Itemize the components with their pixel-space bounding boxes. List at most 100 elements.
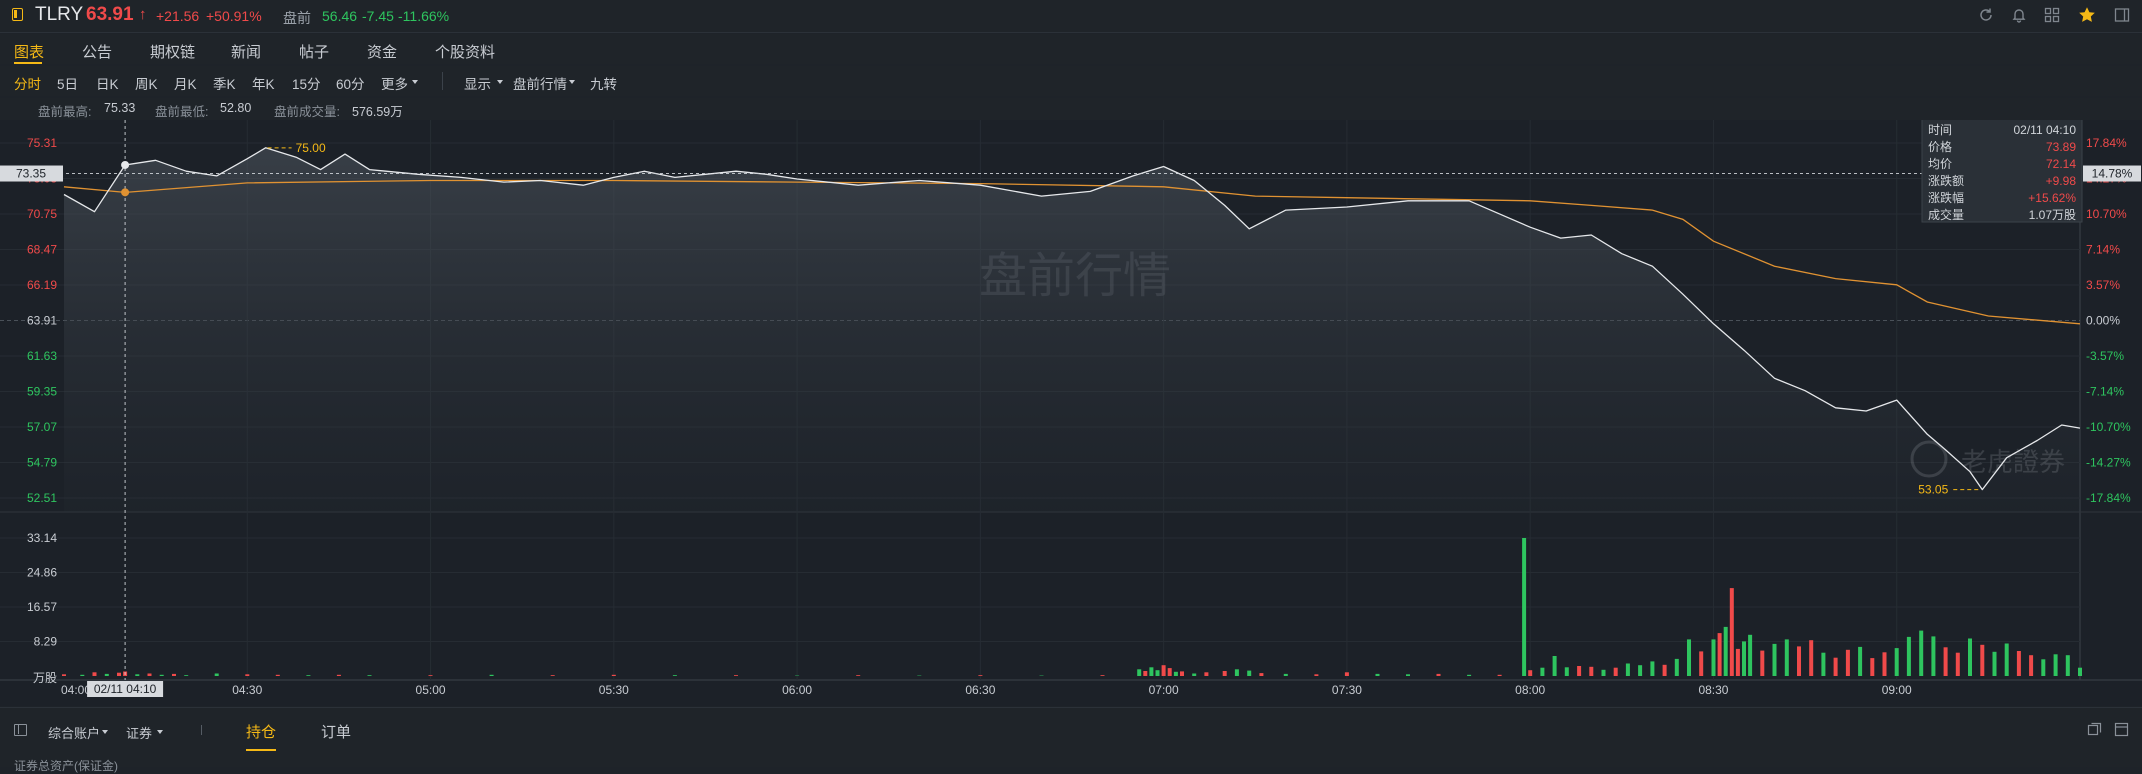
brand-watermark-text: 老虎證券 [1961,447,2065,477]
premarket-change: -7.45 [362,8,394,24]
price-axis-label: 66.19 [27,278,57,292]
time-axis-label: 08:30 [1698,683,1728,697]
volume-bar [1883,652,1887,676]
volume-bar [1406,674,1410,676]
volume-bar [105,674,109,676]
price-axis-label: 61.63 [27,349,57,363]
period-quarterly[interactable]: 季K [213,73,236,93]
volume-bar [215,674,219,677]
volume-bar [1638,665,1642,676]
volume-bar [1553,656,1557,676]
volume-bar [1968,639,1972,677]
volume-bar [490,675,494,676]
bell-icon[interactable] [2011,7,2029,25]
volume-bar [673,675,677,676]
volume-bar [1528,670,1532,676]
sidebar-toggle-icon[interactable] [2114,7,2132,25]
tab-chart[interactable]: 图表 [14,41,44,62]
tab-positions[interactable]: 持仓 [246,721,276,742]
volume-bar [1675,659,1679,676]
volume-bar [429,675,433,676]
volume-bar [1162,665,1166,676]
period-weekly[interactable]: 周K [135,73,158,93]
percent-axis-label: -10.70% [2086,420,2131,434]
volume-bar [276,675,280,676]
volume-bar [1223,671,1227,676]
volume-bar [1174,672,1178,676]
period-60min[interactable]: 60分 [336,73,365,93]
volume-bar [1919,631,1923,676]
volume-bar [1498,675,1502,676]
intraday-chart[interactable]: 75.3117.84%73.0314.27%70.7510.70%68.477.… [0,120,2142,706]
period-intraday[interactable]: 分时 [14,73,41,93]
period-daily[interactable]: 日K [96,73,119,93]
volume-bar [1101,675,1105,676]
volume-axis-label: 16.57 [27,600,57,614]
crosshair-percent-label: 14.78% [2092,167,2133,181]
volume-bar [1797,646,1801,676]
time-axis-label: 05:30 [599,683,629,697]
volume-bar [1846,650,1850,676]
volume-bar [1577,666,1581,676]
volume-bar [1589,667,1593,676]
time-axis-label: 04:30 [232,683,262,697]
tab-news[interactable]: 新闻 [231,41,261,62]
percent-axis-label: 17.84% [2086,136,2127,150]
premarket-low-label: 盘前最低: [155,101,208,120]
watchlist-toggle-icon[interactable] [12,8,23,21]
volume-bar [1956,653,1960,676]
tab-options-chain[interactable]: 期权链 [150,41,195,62]
volume-bar [1284,674,1288,676]
tooltip-change-value: +9.98 [2046,174,2077,188]
tab-capital[interactable]: 资金 [367,41,397,62]
last-price: 63.91 [86,4,134,26]
volume-bar [184,675,188,676]
panel-toggle-icon[interactable] [14,724,27,736]
volume-bar [1345,672,1349,676]
volume-bar [612,675,616,676]
volume-bar [2029,655,2033,676]
premarket-low-value: 52.80 [220,101,251,115]
volume-bar [1663,665,1667,676]
period-5d[interactable]: 5日 [57,73,78,93]
security-type-selector[interactable]: 证券 [126,723,152,742]
td-sequential-toggle[interactable]: 九转 [590,73,617,93]
percent-axis-label: -7.14% [2086,385,2124,399]
premarket-mode-menu[interactable]: 盘前行情 [513,73,567,93]
copy-icon[interactable] [2087,722,2105,740]
price-axis-label: 54.79 [27,456,57,470]
premarket-high-value: 75.33 [104,101,135,115]
volume-bar [2078,668,2082,676]
percent-axis-label: 10.70% [2086,207,2127,221]
tab-profile[interactable]: 个股资料 [435,41,495,62]
chevron-down-icon [497,80,503,84]
display-menu[interactable]: 显示 [464,73,491,93]
period-more[interactable]: 更多 [381,73,408,93]
volume-bar [1809,640,1813,676]
percent-axis-label: -3.57% [2086,349,2124,363]
percent-axis-label: 7.14% [2086,243,2120,257]
period-15min[interactable]: 15分 [292,73,321,93]
tab-announcements[interactable]: 公告 [82,41,112,62]
star-icon[interactable] [2078,6,2096,24]
period-monthly[interactable]: 月K [174,73,197,93]
period-yearly[interactable]: 年K [252,73,275,93]
chevron-down-icon [157,730,163,734]
crosshair-time-label: 02/11 04:10 [94,682,157,696]
volume-bar [93,672,97,676]
time-axis-label: 07:00 [1149,683,1179,697]
tab-orders[interactable]: 订单 [321,721,351,742]
chart-canvas[interactable]: 75.3117.84%73.0314.27%70.7510.70%68.477.… [0,120,2142,706]
refresh-icon[interactable] [1978,7,1996,25]
price-change-pct: +50.91% [206,8,262,24]
price-area-fill [64,148,2080,512]
quote-header: TLRY 63.91 ↑ +21.56 +50.91% 盘前 56.46 -7.… [0,0,2142,33]
expand-icon[interactable] [2114,722,2132,740]
grid-icon[interactable] [2044,7,2062,25]
premarket-price: 56.46 [322,8,357,24]
account-selector[interactable]: 综合账户 [48,723,100,742]
volume-bar [337,675,341,676]
volume-bar [1742,641,1746,676]
tab-posts[interactable]: 帖子 [299,41,329,62]
volume-bar [856,675,860,676]
